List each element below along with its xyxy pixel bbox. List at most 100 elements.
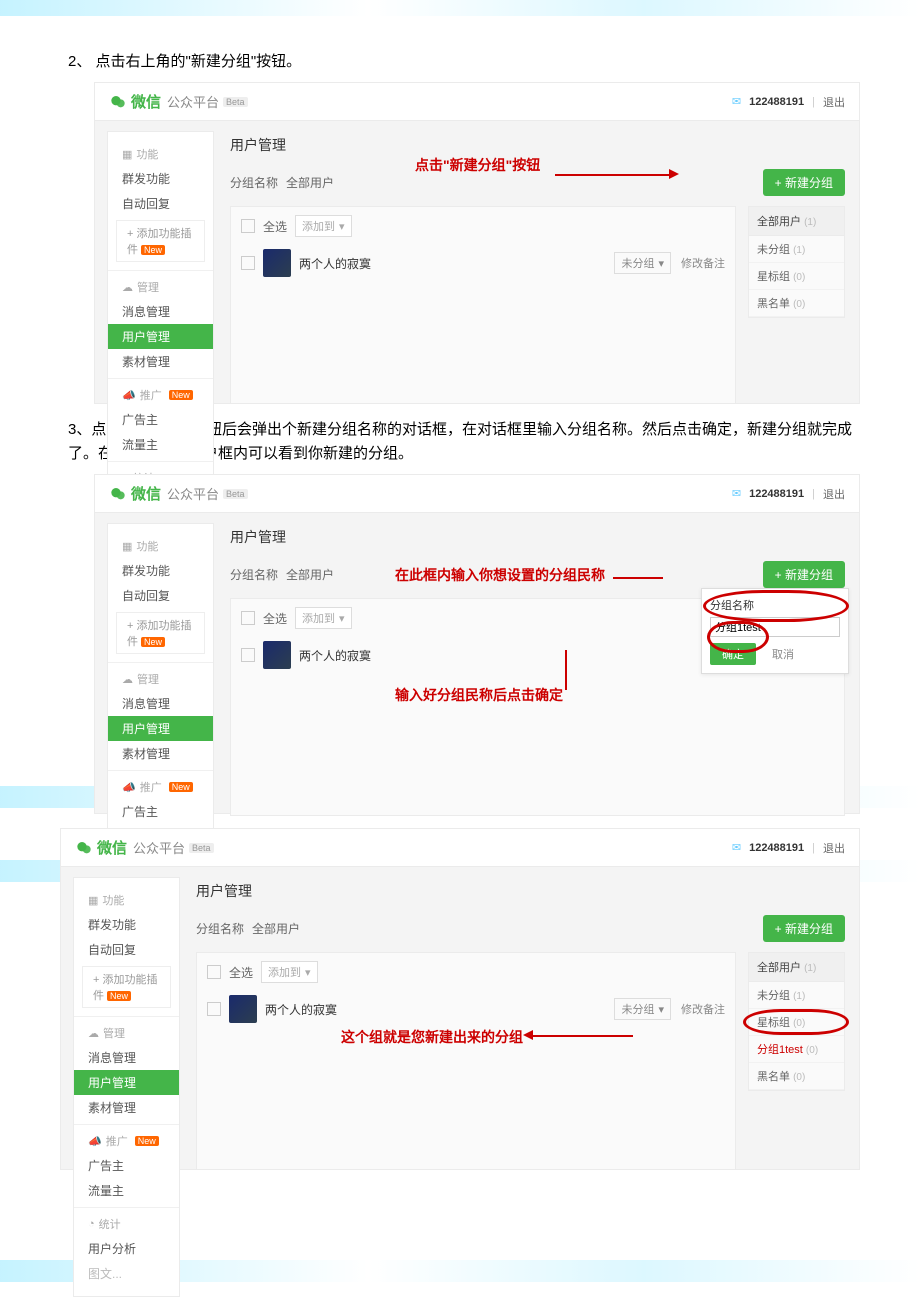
beta-badge: Beta — [223, 97, 248, 107]
sidebar-item-broadcast[interactable]: 群发功能 — [74, 912, 179, 937]
new-group-button[interactable]: + 新建分组 — [763, 561, 845, 588]
logout-link[interactable]: 退出 — [823, 840, 845, 856]
wechat-logo: 微信 — [109, 483, 161, 504]
edit-note-link[interactable]: 修改备注 — [681, 255, 725, 271]
divider: | — [812, 96, 815, 108]
group-name-label: 分组名称 — [230, 566, 278, 583]
app-header: 微信 公众平台 Beta ✉ 122488191 | 退出 — [95, 83, 859, 121]
wechat-logo: 微信 — [109, 91, 161, 112]
account-id: 122488191 — [749, 488, 804, 500]
sidebar-item-users[interactable]: 用户管理 — [108, 716, 213, 741]
app-header: 微信 公众平台 Beta ✉ 122488191 | 退出 — [61, 829, 859, 867]
sidebar-item-article-analysis[interactable]: 图文... — [74, 1261, 179, 1286]
main-panel: 用户管理 分组名称 全部用户 + 新建分组 全选 添加到▾ — [214, 121, 859, 416]
group-name-label: 分组名称 — [230, 174, 278, 191]
sidebar-item-traffic[interactable]: 流量主 — [74, 1178, 179, 1203]
group-item-ungrouped[interactable]: 未分组 (1) — [749, 982, 844, 1009]
group-item-blacklist[interactable]: 黑名单 (0) — [749, 290, 844, 317]
user-list-area: 全选 添加到▾ 两个人的寂寞 未分组▾ 修改备注 — [230, 206, 736, 404]
user-row: 两个人的寂寞 未分组▾ 修改备注 — [207, 991, 725, 1027]
sidebar-item-autoreply[interactable]: 自动回复 — [74, 937, 179, 962]
group-item-new[interactable]: 分组1test (0) — [749, 1036, 844, 1063]
edit-note-link[interactable]: 修改备注 — [681, 1001, 725, 1017]
logout-link[interactable]: 退出 — [823, 486, 845, 502]
sidebar-add-plugin[interactable]: + 添加功能插件New — [116, 220, 205, 262]
acct-icon: ✉ — [732, 487, 741, 500]
sidebar-item-broadcast[interactable]: 群发功能 — [108, 558, 213, 583]
sidebar-item-users[interactable]: 用户管理 — [108, 324, 213, 349]
sidebar-add-plugin[interactable]: + 添加功能插件New — [116, 612, 205, 654]
user-name-label: 两个人的寂寞 — [299, 647, 371, 664]
new-group-button[interactable]: + 新建分组 — [763, 915, 845, 942]
document-content: 2、 点击右上角的"新建分组"按钮。 微信 公众平台 Beta ✉ 122488… — [0, 0, 920, 1214]
sidebar-item-material[interactable]: 素材管理 — [108, 741, 213, 766]
group-name-value: 全部用户 — [286, 566, 334, 583]
popup-cancel-button[interactable]: 取消 — [766, 643, 800, 665]
sidebar-item-adv[interactable]: 广告主 — [108, 407, 213, 432]
avatar — [229, 995, 257, 1023]
group-item-blacklist[interactable]: 黑名单 (0) — [749, 1063, 844, 1090]
sidebar-item-message[interactable]: 消息管理 — [108, 691, 213, 716]
group-panel-head[interactable]: 全部用户 (1) — [749, 207, 844, 236]
user-group-select[interactable]: 未分组▾ — [614, 252, 671, 274]
main-panel: 用户管理 分组名称 全部用户 + 新建分组 全选 添加到▾ — [214, 513, 859, 828]
add-to-dropdown[interactable]: 添加到▾ — [261, 961, 318, 983]
sidebar-item-autoreply[interactable]: 自动回复 — [108, 583, 213, 608]
avatar — [263, 249, 291, 277]
acct-icon: ✉ — [732, 95, 741, 108]
group-item-star[interactable]: 星标组 (0) — [749, 263, 844, 290]
sidebar-item-autoreply[interactable]: 自动回复 — [108, 191, 213, 216]
logout-link[interactable]: 退出 — [823, 94, 845, 110]
sidebar-item-adv[interactable]: 广告主 — [74, 1153, 179, 1178]
select-all-label: 全选 — [229, 964, 253, 981]
user-group-select[interactable]: 未分组▾ — [614, 998, 671, 1020]
sidebar-item-material[interactable]: 素材管理 — [108, 349, 213, 374]
user-checkbox[interactable] — [241, 256, 255, 270]
select-all-checkbox[interactable] — [207, 965, 221, 979]
sidebar-head-func: ▦功能 — [108, 534, 213, 558]
group-item-ungrouped[interactable]: 未分组 (1) — [749, 236, 844, 263]
add-to-dropdown[interactable]: 添加到▾ — [295, 215, 352, 237]
account-id: 122488191 — [749, 842, 804, 854]
group-name-value: 全部用户 — [252, 920, 300, 937]
select-all-checkbox[interactable] — [241, 219, 255, 233]
select-all-checkbox[interactable] — [241, 611, 255, 625]
sidebar-item-traffic[interactable]: 流量主 — [108, 432, 213, 457]
sidebar-head-func: ▦功能 — [74, 888, 179, 912]
add-to-dropdown[interactable]: 添加到▾ — [295, 607, 352, 629]
sidebar-item-user-analysis[interactable]: 用户分析 — [74, 1236, 179, 1261]
main-panel: 用户管理 分组名称 全部用户 + 新建分组 全选 添加到▾ — [180, 867, 859, 1182]
sidebar-item-message[interactable]: 消息管理 — [108, 299, 213, 324]
sidebar-item-message[interactable]: 消息管理 — [74, 1045, 179, 1070]
group-panel: 全部用户 (1) 未分组 (1) 星标组 (0) 分组1test (0) 黑名单… — [748, 952, 845, 1091]
beta-badge: Beta — [189, 843, 214, 853]
group-item-star[interactable]: 星标组 (0) — [749, 1009, 844, 1036]
sidebar-item-adv[interactable]: 广告主 — [108, 799, 213, 824]
popup-ok-button[interactable]: 确定 — [710, 643, 756, 665]
user-name-label: 两个人的寂寞 — [299, 255, 371, 272]
wechat-logo: 微信 — [75, 837, 127, 858]
screenshot-2: 微信 公众平台 Beta ✉ 122488191 | 退出 ▦功能 群发功能 自… — [94, 474, 860, 814]
user-checkbox[interactable] — [241, 648, 255, 662]
new-group-button[interactable]: + 新建分组 — [763, 169, 845, 196]
user-checkbox[interactable] — [207, 1002, 221, 1016]
sidebar-head-promote: 📣推广New — [108, 383, 213, 407]
sidebar-head-manage: ☁管理 — [108, 275, 213, 299]
sidebar-item-material[interactable]: 素材管理 — [74, 1095, 179, 1120]
sidebar-add-plugin[interactable]: + 添加功能插件New — [82, 966, 171, 1008]
sidebar-head-func: ▦功能 — [108, 142, 213, 166]
beta-badge: Beta — [223, 489, 248, 499]
new-group-popup: 分组名称 确定 取消 — [701, 588, 849, 674]
sidebar-head-manage: ☁管理 — [108, 667, 213, 691]
page-title: 用户管理 — [196, 881, 845, 901]
acct-icon: ✉ — [732, 841, 741, 854]
screenshot-3: 微信 公众平台 Beta ✉ 122488191 | 退出 ▦功能 群发功能 自… — [60, 828, 860, 1170]
avatar — [263, 641, 291, 669]
sidebar-head-stats: ◔统计 — [74, 1212, 179, 1236]
popup-input[interactable] — [710, 617, 840, 637]
account-id: 122488191 — [749, 96, 804, 108]
sidebar-item-broadcast[interactable]: 群发功能 — [108, 166, 213, 191]
user-row: 两个人的寂寞 未分组▾ 修改备注 — [241, 245, 725, 281]
sidebar-item-users[interactable]: 用户管理 — [74, 1070, 179, 1095]
group-panel-head[interactable]: 全部用户 (1) — [749, 953, 844, 982]
